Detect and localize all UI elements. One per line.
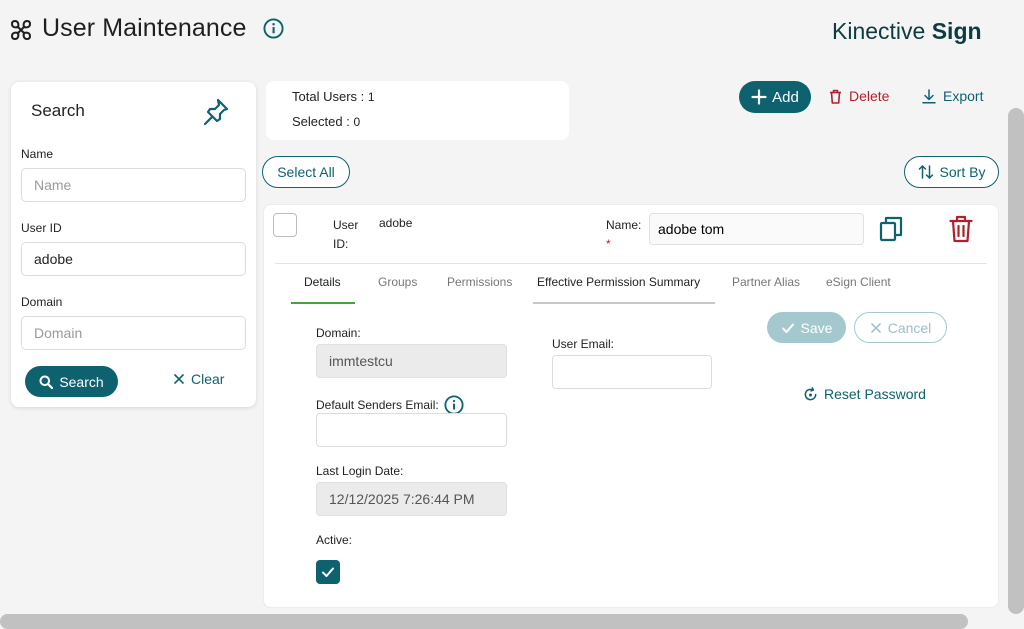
name-field-label: Name: * <box>606 218 642 251</box>
userid-field-label: User ID: <box>333 218 359 251</box>
tab-partner-alias[interactable]: Partner Alias <box>732 275 800 289</box>
delete-button[interactable]: Delete <box>829 88 889 104</box>
domain-label: Domain <box>21 295 63 309</box>
domain-field-label: Domain: <box>316 326 361 340</box>
user-email-label: User Email: <box>552 337 615 351</box>
app-menu-icon[interactable] <box>10 19 32 41</box>
default-senders-email-label: Default Senders Email: <box>316 395 464 415</box>
close-icon <box>870 322 881 333</box>
tab-groups[interactable]: Groups <box>378 275 417 289</box>
domain-readonly-field: immtestcu <box>316 344 507 378</box>
cancel-button-label: Cancel <box>887 319 932 336</box>
search-button-label: Search <box>59 373 104 390</box>
name-search-input[interactable] <box>21 168 246 202</box>
user-record-card: UserID: adobe Name:* Details Groups Perm… <box>263 204 999 608</box>
vertical-scrollbar[interactable] <box>1008 108 1024 614</box>
export-button-label: Export <box>943 88 984 104</box>
add-user-button[interactable]: Add <box>739 81 811 113</box>
check-icon <box>322 567 334 577</box>
plus-icon <box>751 89 767 105</box>
reset-icon <box>804 386 817 400</box>
last-login-label: Last Login Date: <box>316 464 404 478</box>
close-icon <box>173 373 185 385</box>
domain-search-input[interactable] <box>21 316 246 350</box>
total-users: Total Users : 1 <box>292 89 375 104</box>
active-checkbox[interactable] <box>316 560 340 584</box>
selected-count: Selected : 0 <box>292 114 361 129</box>
save-button[interactable]: Save <box>767 312 846 343</box>
info-icon[interactable] <box>444 395 464 415</box>
select-all-label: Select All <box>277 164 335 180</box>
clear-button-label: Clear <box>191 371 225 387</box>
tab-permissions[interactable]: Permissions <box>447 275 512 289</box>
userid-label: User ID <box>21 221 62 235</box>
copy-icon[interactable] <box>879 216 903 242</box>
clear-button[interactable]: Clear <box>173 371 224 387</box>
active-label: Active: <box>316 533 353 547</box>
user-stats: Total Users : 1 Selected : 0 <box>266 81 569 140</box>
info-icon[interactable] <box>263 18 284 39</box>
tab-details[interactable]: Details <box>304 275 341 289</box>
search-icon <box>39 375 54 389</box>
user-email-input[interactable] <box>552 355 712 389</box>
check-icon <box>781 323 794 333</box>
pin-icon[interactable] <box>203 98 229 126</box>
sort-icon <box>918 165 933 179</box>
reset-password-link[interactable]: Reset Password <box>803 386 926 402</box>
default-senders-email-input[interactable] <box>316 413 507 447</box>
tab-effective-permission-summary[interactable]: Effective Permission Summary <box>537 275 700 289</box>
trash-icon <box>830 89 841 104</box>
last-login-readonly-field: 12/12/2025 7:26:44 PM <box>316 482 507 516</box>
row-select-checkbox[interactable] <box>273 213 297 237</box>
sort-by-label: Sort By <box>939 164 986 180</box>
delete-user-icon[interactable] <box>949 215 973 243</box>
export-button[interactable]: Export <box>922 88 983 104</box>
add-button-label: Add <box>772 88 799 106</box>
name-label: Name <box>21 147 54 161</box>
search-button[interactable]: Search <box>25 366 118 397</box>
select-all-button[interactable]: Select All <box>262 156 350 188</box>
search-panel: Search Name User ID Domain Search Clear <box>11 82 256 407</box>
delete-button-label: Delete <box>849 88 890 104</box>
reset-password-label: Reset Password <box>824 386 926 402</box>
page-title: User Maintenance <box>42 14 247 42</box>
tab-hover-indicator <box>533 302 715 304</box>
search-panel-title: Search <box>31 101 85 120</box>
tab-esign-client[interactable]: eSign Client <box>826 275 891 289</box>
cancel-button[interactable]: Cancel <box>854 312 947 343</box>
horizontal-scrollbar[interactable] <box>0 614 968 629</box>
userid-search-input[interactable] <box>21 242 246 276</box>
download-icon <box>922 88 936 104</box>
save-button-label: Save <box>800 319 833 336</box>
sort-by-button[interactable]: Sort By <box>904 156 999 188</box>
active-tab-indicator <box>291 302 355 304</box>
userid-value: adobe <box>379 216 413 230</box>
brand-logo: Kinective Sign <box>832 18 982 44</box>
user-name-input[interactable] <box>649 213 864 245</box>
card-divider <box>275 263 987 264</box>
